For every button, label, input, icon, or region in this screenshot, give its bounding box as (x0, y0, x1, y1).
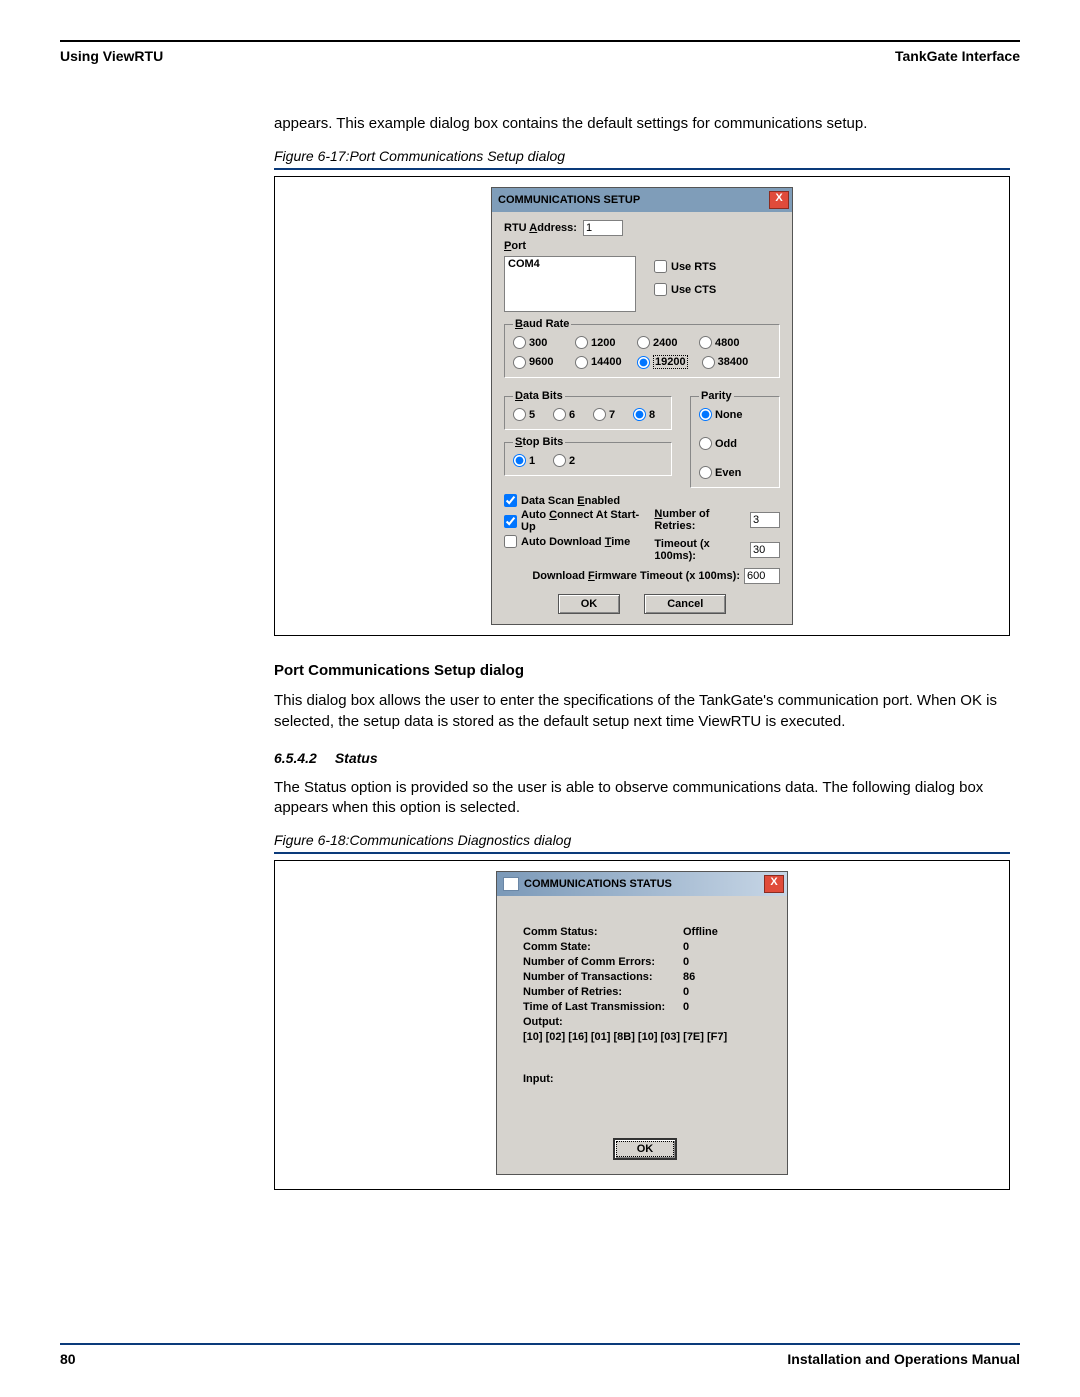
baud-38400[interactable]: 38400 (702, 355, 750, 369)
dl-firmware-timeout-input[interactable] (744, 568, 780, 584)
figure-6-18-caption: Figure 6-18:Communications Diagnostics d… (274, 832, 1010, 848)
data-scan-enabled-checkbox[interactable]: Data Scan Enabled (504, 494, 644, 507)
baud-300[interactable]: 300 (513, 336, 561, 349)
stopbits-1[interactable]: 1 (513, 454, 539, 467)
status-row: Number of Transactions:86 (523, 971, 767, 983)
cancel-button[interactable]: Cancel (644, 594, 726, 614)
baud-9600[interactable]: 9600 (513, 355, 561, 369)
output-value: [10] [02] [16] [01] [8B] [10] [03] [7E] … (523, 1031, 767, 1043)
close-icon[interactable]: X (769, 191, 789, 209)
baud-14400[interactable]: 14400 (575, 355, 623, 369)
status-row: Time of Last Transmission:0 (523, 1001, 767, 1013)
port-comm-heading: Port Communications Setup dialog (274, 662, 1010, 679)
dl-firmware-timeout-label: Download Firmware Timeout (x 100ms): (532, 570, 740, 582)
use-rts-checkbox[interactable]: Use RTS (654, 260, 716, 273)
window-icon (503, 877, 519, 891)
status-row: Comm Status:Offline (523, 926, 767, 938)
use-cts-checkbox[interactable]: Use CTS (654, 283, 716, 296)
communications-setup-dialog: COMMUNICATIONS SETUP X RTU Address: Port (491, 187, 793, 625)
figure-6-17: COMMUNICATIONS SETUP X RTU Address: Port (274, 176, 1010, 636)
section-6-5-4-2: 6.5.4.2Status (274, 750, 1010, 766)
input-label: Input: (523, 1073, 767, 1085)
port-label: Port (504, 240, 526, 252)
comm-setup-title: COMMUNICATIONS SETUP (498, 194, 640, 206)
header-right: TankGate Interface (895, 48, 1020, 64)
baud-4800[interactable]: 4800 (699, 336, 747, 349)
rtu-address-input[interactable] (583, 220, 623, 236)
databits-7[interactable]: 7 (593, 408, 619, 421)
auto-connect-checkbox[interactable]: Auto Connect At Start-Up (504, 509, 644, 533)
ok-button[interactable]: OK (558, 594, 621, 614)
timeout-label: Timeout (x 100ms): (654, 538, 746, 562)
databits-5[interactable]: 5 (513, 408, 539, 421)
num-retries-label: Number of Retries: (654, 508, 746, 532)
data-bits-group: Data Bits 5 6 7 8 (504, 390, 672, 430)
parity-group: Parity None Odd Even (690, 390, 780, 488)
databits-6[interactable]: 6 (553, 408, 579, 421)
parity-even[interactable]: Even (699, 466, 771, 479)
stop-bits-group: Stop Bits 1 2 (504, 436, 672, 476)
figure-6-18: COMMUNICATIONS STATUS X Comm Status:Offl… (274, 860, 1010, 1190)
baud-19200[interactable]: 19200 (637, 355, 688, 369)
status-row: Number of Comm Errors:0 (523, 956, 767, 968)
parity-odd[interactable]: Odd (699, 437, 771, 450)
port-list[interactable]: COM4 (504, 256, 636, 312)
timeout-input[interactable] (750, 542, 780, 558)
comm-status-titlebar: COMMUNICATIONS STATUS X (497, 872, 787, 896)
communications-status-dialog: COMMUNICATIONS STATUS X Comm Status:Offl… (496, 871, 788, 1175)
parity-none[interactable]: None (699, 408, 771, 421)
close-icon[interactable]: X (764, 875, 784, 893)
stopbits-2[interactable]: 2 (553, 454, 579, 467)
status-desc: The Status option is provided so the use… (274, 778, 1010, 819)
port-comm-desc: This dialog box allows the user to enter… (274, 691, 1010, 732)
baud-1200[interactable]: 1200 (575, 336, 623, 349)
num-retries-input[interactable] (750, 512, 780, 528)
comm-status-title: COMMUNICATIONS STATUS (524, 878, 672, 890)
auto-download-time-checkbox[interactable]: Auto Download Time (504, 535, 644, 548)
status-row: Number of Retries:0 (523, 986, 767, 998)
baud-rate-group: Baud Rate 300 1200 2400 4800 9600 14400 … (504, 318, 780, 378)
output-label: Output: (523, 1016, 767, 1028)
ok-button[interactable]: OK (613, 1138, 678, 1160)
status-row: Comm State:0 (523, 941, 767, 953)
databits-8[interactable]: 8 (633, 408, 659, 421)
page-number: 80 (60, 1351, 76, 1367)
figure-6-17-caption: Figure 6-17:Port Communications Setup di… (274, 148, 1010, 164)
baud-2400[interactable]: 2400 (637, 336, 685, 349)
header-left: Using ViewRTU (60, 48, 163, 64)
rtu-address-label: RTU Address: (504, 222, 577, 234)
footer-doc-title: Installation and Operations Manual (787, 1351, 1020, 1367)
intro-paragraph: appears. This example dialog box contain… (274, 114, 1010, 134)
comm-setup-titlebar: COMMUNICATIONS SETUP X (492, 188, 792, 212)
